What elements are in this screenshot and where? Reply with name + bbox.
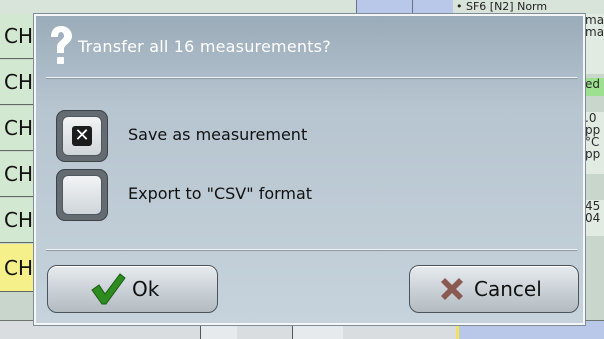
cross-icon — [441, 278, 463, 300]
channel-label: CH — [4, 116, 34, 140]
background-channel-row: CH — [0, 60, 34, 105]
background-right-column: ma ma — [584, 14, 604, 74]
channel-label: CH — [4, 208, 34, 232]
background-top-text: • SF6 [N2] Norm — [456, 0, 548, 13]
background-channel-row: CH — [0, 106, 34, 151]
checkbox-checked-icon: ✕ — [72, 126, 92, 146]
background-channel-row: CH — [0, 14, 34, 59]
background-right-column: .0 pp °C pp — [584, 112, 604, 174]
background-right-status: ed — [584, 78, 604, 96]
cancel-button[interactable]: Cancel — [409, 265, 579, 313]
export-csv-checkbox[interactable] — [56, 169, 108, 221]
transfer-dialog: Transfer all 16 measurements? ✕ Save as … — [34, 14, 585, 325]
dialog-title: Transfer all 16 measurements? — [78, 37, 331, 56]
background-right-column: 45 04 — [584, 200, 604, 236]
background-top-block — [412, 0, 453, 14]
checkbox-face: ✕ — [62, 116, 102, 156]
background-channel-row: CH — [0, 198, 34, 243]
channel-label: CH — [4, 24, 34, 48]
ok-label: Ok — [132, 277, 160, 301]
background-channel-row: CH — [0, 152, 34, 197]
checkmark-icon — [91, 273, 126, 305]
background-channel-row-active: CH — [0, 244, 34, 292]
background-top-block — [356, 0, 413, 14]
button-divider — [46, 249, 577, 251]
export-csv-label: Export to "CSV" format — [128, 184, 313, 203]
ok-button[interactable]: Ok — [47, 265, 218, 313]
channel-label: CH — [4, 162, 34, 186]
background-right-text: pp — [585, 147, 601, 161]
channel-label: CH — [4, 70, 34, 94]
save-as-measurement-label: Save as measurement — [128, 125, 308, 144]
background-top-bar: • SF6 [N2] Norm — [0, 0, 604, 15]
channel-label: CH — [4, 255, 34, 280]
background-right-text: ed — [585, 78, 600, 91]
cancel-label: Cancel — [474, 277, 542, 301]
export-csv-option[interactable]: Export to "CSV" format — [56, 169, 476, 221]
save-as-measurement-checkbox[interactable]: ✕ — [56, 110, 108, 162]
save-as-measurement-option[interactable]: ✕ Save as measurement — [56, 110, 476, 162]
background-right-text: 04 — [585, 211, 601, 225]
question-mark-icon — [51, 26, 72, 64]
title-divider — [46, 77, 577, 79]
checkbox-face — [62, 175, 102, 215]
background-right-text: ma — [585, 25, 604, 39]
